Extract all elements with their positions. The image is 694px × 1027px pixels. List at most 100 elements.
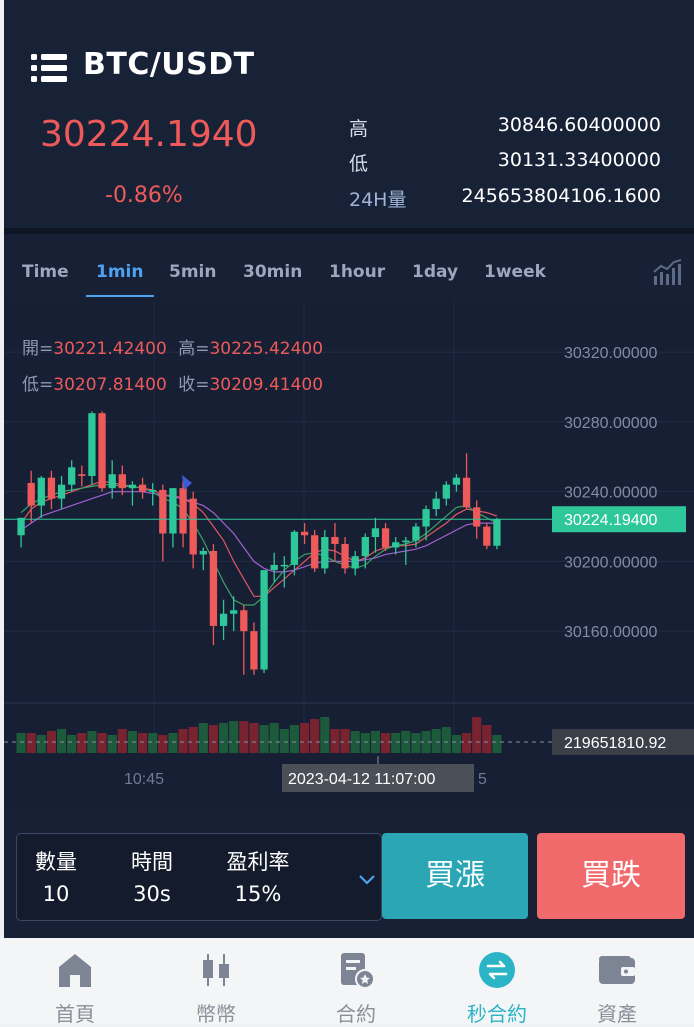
close-value: 30209.41400 (209, 375, 324, 395)
candlestick-chart[interactable]: 30320.00000 30280.00000 30240.00000 30200.0… (4, 300, 694, 810)
candle-body (260, 570, 268, 670)
price-change-percent: -0.86% (105, 183, 183, 208)
volume-bar (360, 733, 370, 753)
x-tick-label: 10:45 (124, 771, 164, 788)
high-label: 高 (349, 118, 369, 140)
candle-body (321, 537, 329, 569)
active-tab-indicator (86, 295, 154, 297)
candle-body (331, 537, 339, 544)
volume-bar (300, 723, 310, 753)
candle-body (462, 477, 471, 508)
candle-body (68, 467, 76, 485)
candle-body (250, 631, 258, 670)
crosshair-time-label: 2023-04-12 11:07:00 (288, 771, 435, 788)
candle-body (280, 564, 288, 567)
chevron-down-icon[interactable] (358, 874, 376, 886)
nav-label-assets: 資產 (597, 1002, 637, 1026)
volume-bar (208, 725, 218, 753)
tab-1day[interactable]: 1day (412, 262, 458, 282)
high-value: 30846.60400000 (497, 114, 661, 136)
volume-bar (198, 723, 208, 753)
nav-item-assets[interactable]: 資產 (548, 938, 686, 1026)
duration-field[interactable]: 時間 30s (121, 846, 183, 906)
profit-rate-field[interactable]: 盈利率 15% (215, 846, 301, 906)
volume-bar (431, 729, 441, 753)
candle-body (392, 542, 400, 548)
order-params-selector[interactable]: 數量 10 時間 30s 盈利率 15% (16, 833, 382, 921)
nav-item-spot[interactable]: 幣幣 (147, 938, 285, 1026)
volume-bar (158, 735, 168, 753)
low-label-ohlc: 低= (22, 375, 54, 395)
candle-body (159, 489, 167, 534)
open-value: 30221.42400 (53, 339, 167, 359)
candle-body (361, 537, 369, 557)
profit-rate-label: 盈利率 (226, 850, 290, 874)
candle-body (270, 564, 278, 571)
swap-icon (479, 952, 515, 988)
nav-item-contract[interactable]: 合約 (287, 938, 425, 1026)
tab-30min[interactable]: 30min (243, 262, 302, 282)
buy-up-button[interactable]: 買漲 (382, 833, 528, 919)
volume-bar (289, 725, 299, 753)
candle-body (138, 484, 147, 492)
candle-body (442, 484, 450, 499)
tab-5min[interactable]: 5min (169, 262, 216, 282)
candle-body (209, 550, 218, 626)
contract-icon (341, 953, 375, 989)
candle-body (432, 498, 440, 510)
close-label: 收= (178, 375, 210, 395)
low-value-ohlc: 30207.81400 (53, 375, 167, 395)
candle-body (57, 484, 66, 499)
tab-1hour[interactable]: 1hour (329, 262, 385, 282)
duration-value: 30s (133, 882, 171, 906)
nav-label-home: 首頁 (55, 1002, 95, 1026)
tab-1week[interactable]: 1week (484, 262, 546, 282)
volume-bar (229, 721, 239, 753)
candle-body (128, 484, 137, 489)
trade-panel: 數量 10 時間 30s 盈利率 15% 買漲 買跌 (4, 812, 694, 938)
nav-item-second-contract[interactable]: 秒合約 (428, 938, 566, 1026)
y-tick-label: 30200.00000 (564, 554, 658, 571)
volume-bar (330, 729, 340, 753)
trading-pair-title[interactable]: BTC/USDT (83, 47, 255, 82)
volume-bar (26, 733, 36, 753)
candle-body (179, 488, 187, 534)
tab-time[interactable]: Time (22, 262, 69, 282)
candle-body (78, 474, 86, 476)
candlestick-icon (203, 954, 229, 986)
list-menu-icon[interactable] (31, 53, 67, 83)
buy-down-button[interactable]: 買跌 (537, 833, 685, 919)
volume-bar (340, 729, 350, 753)
candle-body (422, 509, 430, 527)
bottom-nav: 首頁 幣幣 合約 秒合約 資產 (0, 938, 694, 1026)
nav-label-second-contract: 秒合約 (467, 1002, 527, 1026)
quantity-field[interactable]: 數量 10 (25, 846, 87, 906)
volume-bar (57, 729, 67, 753)
chart-type-icon[interactable] (652, 258, 684, 286)
y-tick-label: 30240.00000 (564, 485, 658, 502)
interval-tabs: Time 1min 5min 30min 1hour 1day 1week (4, 238, 694, 298)
volume-value-label: 219651810.92 (564, 735, 666, 752)
volume-bar (472, 717, 482, 753)
candle-body (169, 488, 177, 534)
profit-rate-value: 15% (234, 882, 282, 906)
volume-bar (269, 723, 279, 753)
volume-bar (411, 733, 421, 753)
candle-body (473, 507, 481, 527)
tab-1min[interactable]: 1min (96, 262, 143, 282)
quantity-value: 10 (42, 882, 70, 906)
volume-bar (310, 719, 320, 753)
nav-item-home[interactable]: 首頁 (6, 938, 144, 1026)
candle-body (219, 613, 228, 626)
volume-bar (148, 733, 158, 753)
duration-label: 時間 (131, 850, 173, 874)
y-tick-label: 30280.00000 (564, 415, 658, 432)
candle-body (311, 535, 319, 569)
section-divider (4, 228, 694, 234)
volume-bar (77, 733, 87, 753)
candle-body (108, 474, 116, 489)
volume-bar (239, 721, 249, 753)
high-label-ohlc: 高= (178, 339, 210, 359)
candle-body (412, 526, 420, 541)
nav-label-spot: 幣幣 (196, 1002, 236, 1026)
